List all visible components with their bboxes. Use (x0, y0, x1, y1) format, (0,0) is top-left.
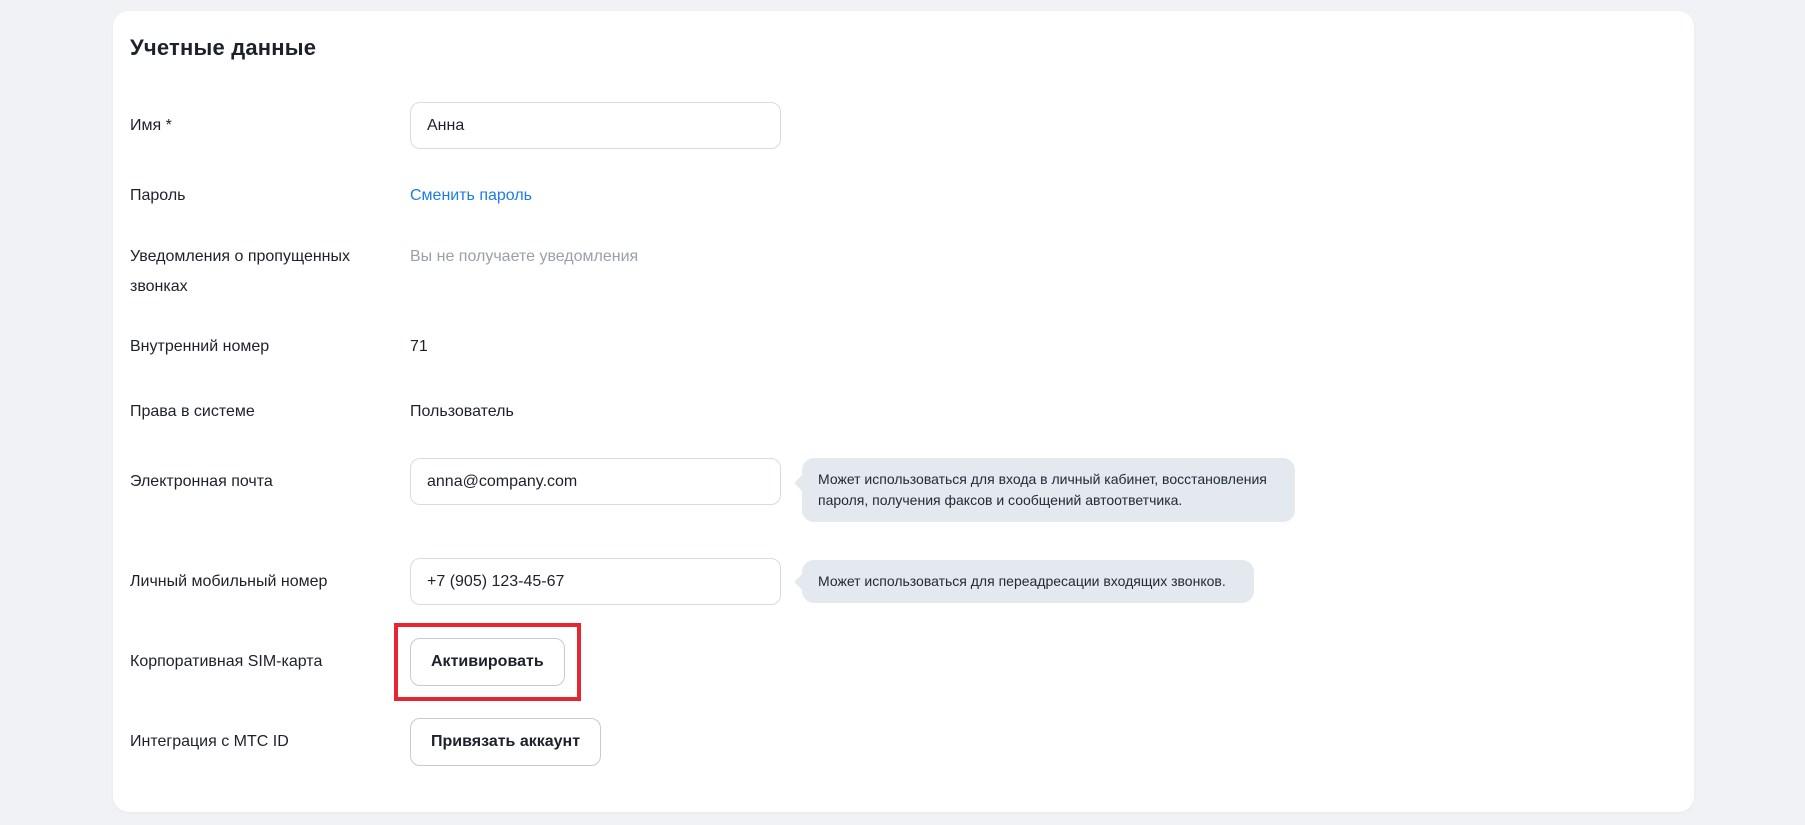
form-row-name: Имя * (130, 102, 1694, 149)
red-highlight-frame: Активировать (394, 623, 581, 701)
link-account-button[interactable]: Привязать аккаунт (410, 718, 601, 766)
activate-sim-button[interactable]: Активировать (410, 638, 565, 686)
email-tooltip-text: Может использоваться для входа в личный … (818, 471, 1267, 508)
mobile-label: Личный мобильный номер (130, 558, 410, 605)
form-row-password: Пароль Сменить пароль (130, 186, 1694, 206)
page-title: Учетные данные (130, 37, 1694, 59)
sim-label: Корпоративная SIM-карта (130, 652, 410, 672)
form-row-rights: Права в системе Пользователь (130, 402, 1694, 422)
password-label: Пароль (130, 186, 410, 206)
tooltip-tail-icon (794, 572, 814, 592)
notifications-status-text: Вы не получаете уведомления (410, 242, 638, 272)
extension-value: 71 (410, 337, 428, 357)
mts-id-label: Интеграция с МТС ID (130, 732, 410, 752)
mobile-tooltip-text: Может использоваться для переадресации в… (818, 573, 1226, 589)
form-row-mobile: Личный мобильный номер Может использоват… (130, 558, 1694, 605)
form-row-extension: Внутренний номер 71 (130, 337, 1694, 357)
rights-label: Права в системе (130, 402, 410, 422)
account-details-card: Учетные данные Имя * Пароль Сменить паро… (113, 11, 1694, 812)
name-input[interactable] (410, 102, 781, 149)
email-label: Электронная почта (130, 458, 410, 505)
name-label: Имя * (130, 116, 410, 136)
tooltip-tail-icon (794, 473, 814, 493)
rights-value: Пользователь (410, 402, 514, 422)
form-row-notifications: Уведомления о пропущенных звонках Вы не … (130, 242, 1694, 302)
form-row-sim: Корпоративная SIM-карта Активировать (130, 623, 1694, 701)
mobile-input[interactable] (410, 558, 781, 605)
form-row-mts-id: Интеграция с МТС ID Привязать аккаунт (130, 718, 1694, 766)
change-password-link[interactable]: Сменить пароль (410, 186, 532, 206)
email-tooltip: Может использоваться для входа в личный … (802, 458, 1295, 522)
email-input[interactable] (410, 458, 781, 505)
notifications-label: Уведомления о пропущенных звонках (130, 242, 410, 302)
form-row-email: Электронная почта Может использоваться д… (130, 458, 1694, 522)
extension-label: Внутренний номер (130, 337, 410, 357)
mobile-tooltip: Может использоваться для переадресации в… (802, 560, 1254, 603)
